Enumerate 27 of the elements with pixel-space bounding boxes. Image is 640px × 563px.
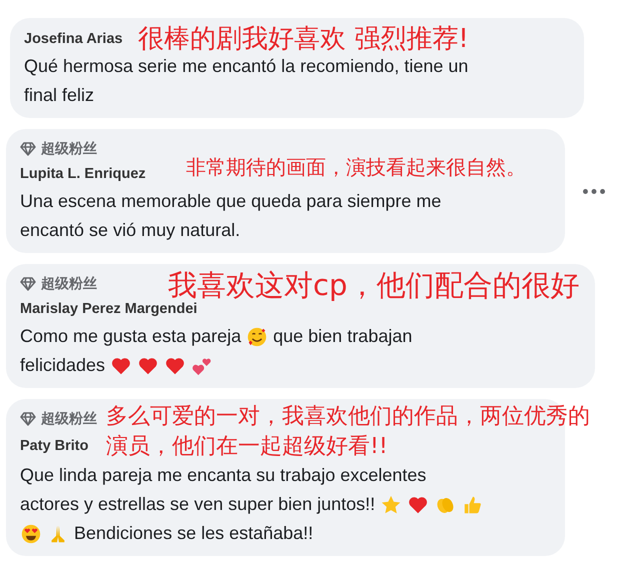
annotation-text: 多么可爱的一对，我喜欢他们的作品，两位优秀的演员，他们在一起超级好看!! (106, 403, 591, 461)
badge-label: 超级粉丝 (41, 140, 97, 158)
comment-text: felicidades (20, 355, 106, 376)
annotation-text: 非常期待的画面，演技看起来很自然。 (186, 155, 526, 179)
author-name[interactable]: Lupita L. Enriquez (20, 161, 146, 187)
comment-text: Como me gusta esta pareja (20, 326, 242, 347)
annotation-text: 很棒的剧我好喜欢 强烈推荐! (138, 24, 469, 56)
diamond-icon (20, 277, 36, 291)
comment-text: final feliz (24, 85, 94, 106)
diamond-icon (20, 142, 36, 156)
badge-label: 超级粉丝 (41, 275, 97, 293)
comment-text: Una escena memorable que queda para siempre me (20, 191, 442, 212)
smiling-face-hearts-icon (246, 326, 268, 348)
badge-label: 超级粉丝 (41, 410, 97, 428)
comment-text: Bendiciones se les estañaba!! (74, 523, 314, 544)
comment-text: Qué hermosa serie me encantó la recomiendo, tiene un (24, 56, 468, 77)
comment-text: actores y estrellas se ven super bien juntos!! (20, 494, 376, 515)
author-name[interactable]: Josefina Arias (24, 26, 123, 52)
heart-eyes-face-icon (20, 522, 42, 544)
author-name[interactable]: Paty Brito (20, 431, 88, 461)
annotation-text: 我喜欢这对cp，他们配合的很好 (168, 268, 580, 302)
diamond-icon (20, 412, 36, 426)
comment-text: que bien trabajan (273, 326, 412, 347)
star-icon (380, 494, 402, 516)
comment-text: Que linda pareja me encanta su trabajo excelentes (20, 465, 426, 486)
more-icon[interactable] (583, 188, 605, 194)
comment-text: encantó se vió muy natural. (20, 220, 240, 241)
